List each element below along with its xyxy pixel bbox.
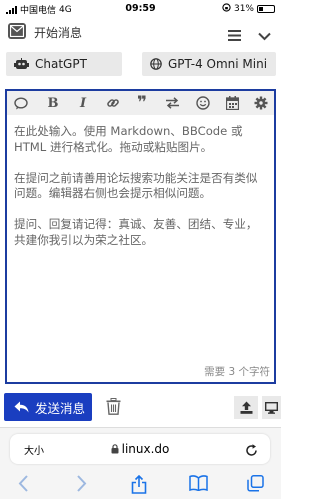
tabs-icon[interactable] (247, 475, 264, 496)
lock-icon (111, 443, 119, 457)
link-icon[interactable] (105, 96, 121, 110)
battery-info: 31% (222, 3, 275, 15)
status-bar: 中国电信 4G 09:59 31% (0, 0, 281, 18)
editor-toolbar: B I ❞ (7, 91, 274, 115)
smile-icon[interactable] (195, 96, 211, 110)
trash-icon[interactable] (106, 398, 121, 419)
robot-icon (14, 58, 29, 70)
bold-button[interactable]: B (45, 96, 61, 111)
share-icon[interactable] (131, 474, 147, 498)
browser-nav (0, 472, 281, 496)
placeholder-paragraph: 在提问之前请善用论坛搜索功能关注是否有类似问题。编辑器右侧也会提示相似问题。 (14, 170, 258, 201)
hamburger-icon[interactable] (228, 26, 241, 45)
toggle-preview-button[interactable] (262, 396, 281, 419)
send-message-label: 发送消息 (35, 400, 86, 416)
model-selector-button[interactable]: GPT-4 Omni Mini (142, 52, 276, 76)
desktop-icon (265, 401, 278, 414)
upload-icon (240, 401, 252, 414)
composer-editor[interactable]: B I ❞ 在此处输入。使用 Markdown、BBCode 或 HTML 进行… (5, 89, 276, 384)
orientation-lock-icon (222, 3, 231, 15)
reply-icon (14, 401, 29, 413)
italic-button[interactable]: I (75, 96, 91, 111)
char-counter: 需要 3 个字符 (204, 366, 270, 378)
address-bar[interactable]: 大小 linux.do (10, 434, 270, 464)
url-text: linux.do (121, 442, 170, 456)
back-icon[interactable] (18, 475, 29, 496)
bot-selector-label: ChatGPT (35, 57, 87, 71)
gear-icon[interactable] (253, 96, 269, 110)
browser-chrome: 大小 linux.do (0, 427, 281, 499)
swap-icon[interactable] (164, 96, 180, 110)
chat-bubble-icon[interactable] (13, 96, 29, 110)
calendar-icon[interactable] (224, 96, 240, 110)
placeholder-paragraph: 提问、回复请记得：真诚、友善、团结、专业，共建你我引以为荣之社区。 (14, 217, 258, 247)
upload-button[interactable] (234, 396, 258, 419)
placeholder-paragraph: 在此处输入。使用 Markdown、BBCode 或 HTML 进行格式化。拖动… (14, 124, 243, 154)
composer-header: 开始消息 (0, 20, 281, 46)
bookmarks-icon[interactable] (189, 475, 208, 495)
chevron-down-icon[interactable] (258, 26, 271, 45)
battery-percent: 31% (233, 4, 254, 14)
globe-icon (150, 58, 162, 70)
reload-icon[interactable] (245, 442, 258, 461)
forward-icon[interactable] (76, 475, 87, 496)
composer-title: 开始消息 (34, 26, 83, 40)
url-display[interactable]: linux.do (10, 442, 270, 457)
battery-icon (257, 5, 275, 13)
bot-selector-button[interactable]: ChatGPT (6, 52, 122, 76)
envelope-icon (8, 23, 26, 39)
send-message-button[interactable]: 发送消息 (4, 393, 92, 421)
editor-textarea[interactable]: 在此处输入。使用 Markdown、BBCode 或 HTML 进行格式化。拖动… (14, 124, 269, 264)
quote-button[interactable]: ❞ (134, 93, 150, 113)
model-selector-label: GPT-4 Omni Mini (168, 57, 268, 71)
